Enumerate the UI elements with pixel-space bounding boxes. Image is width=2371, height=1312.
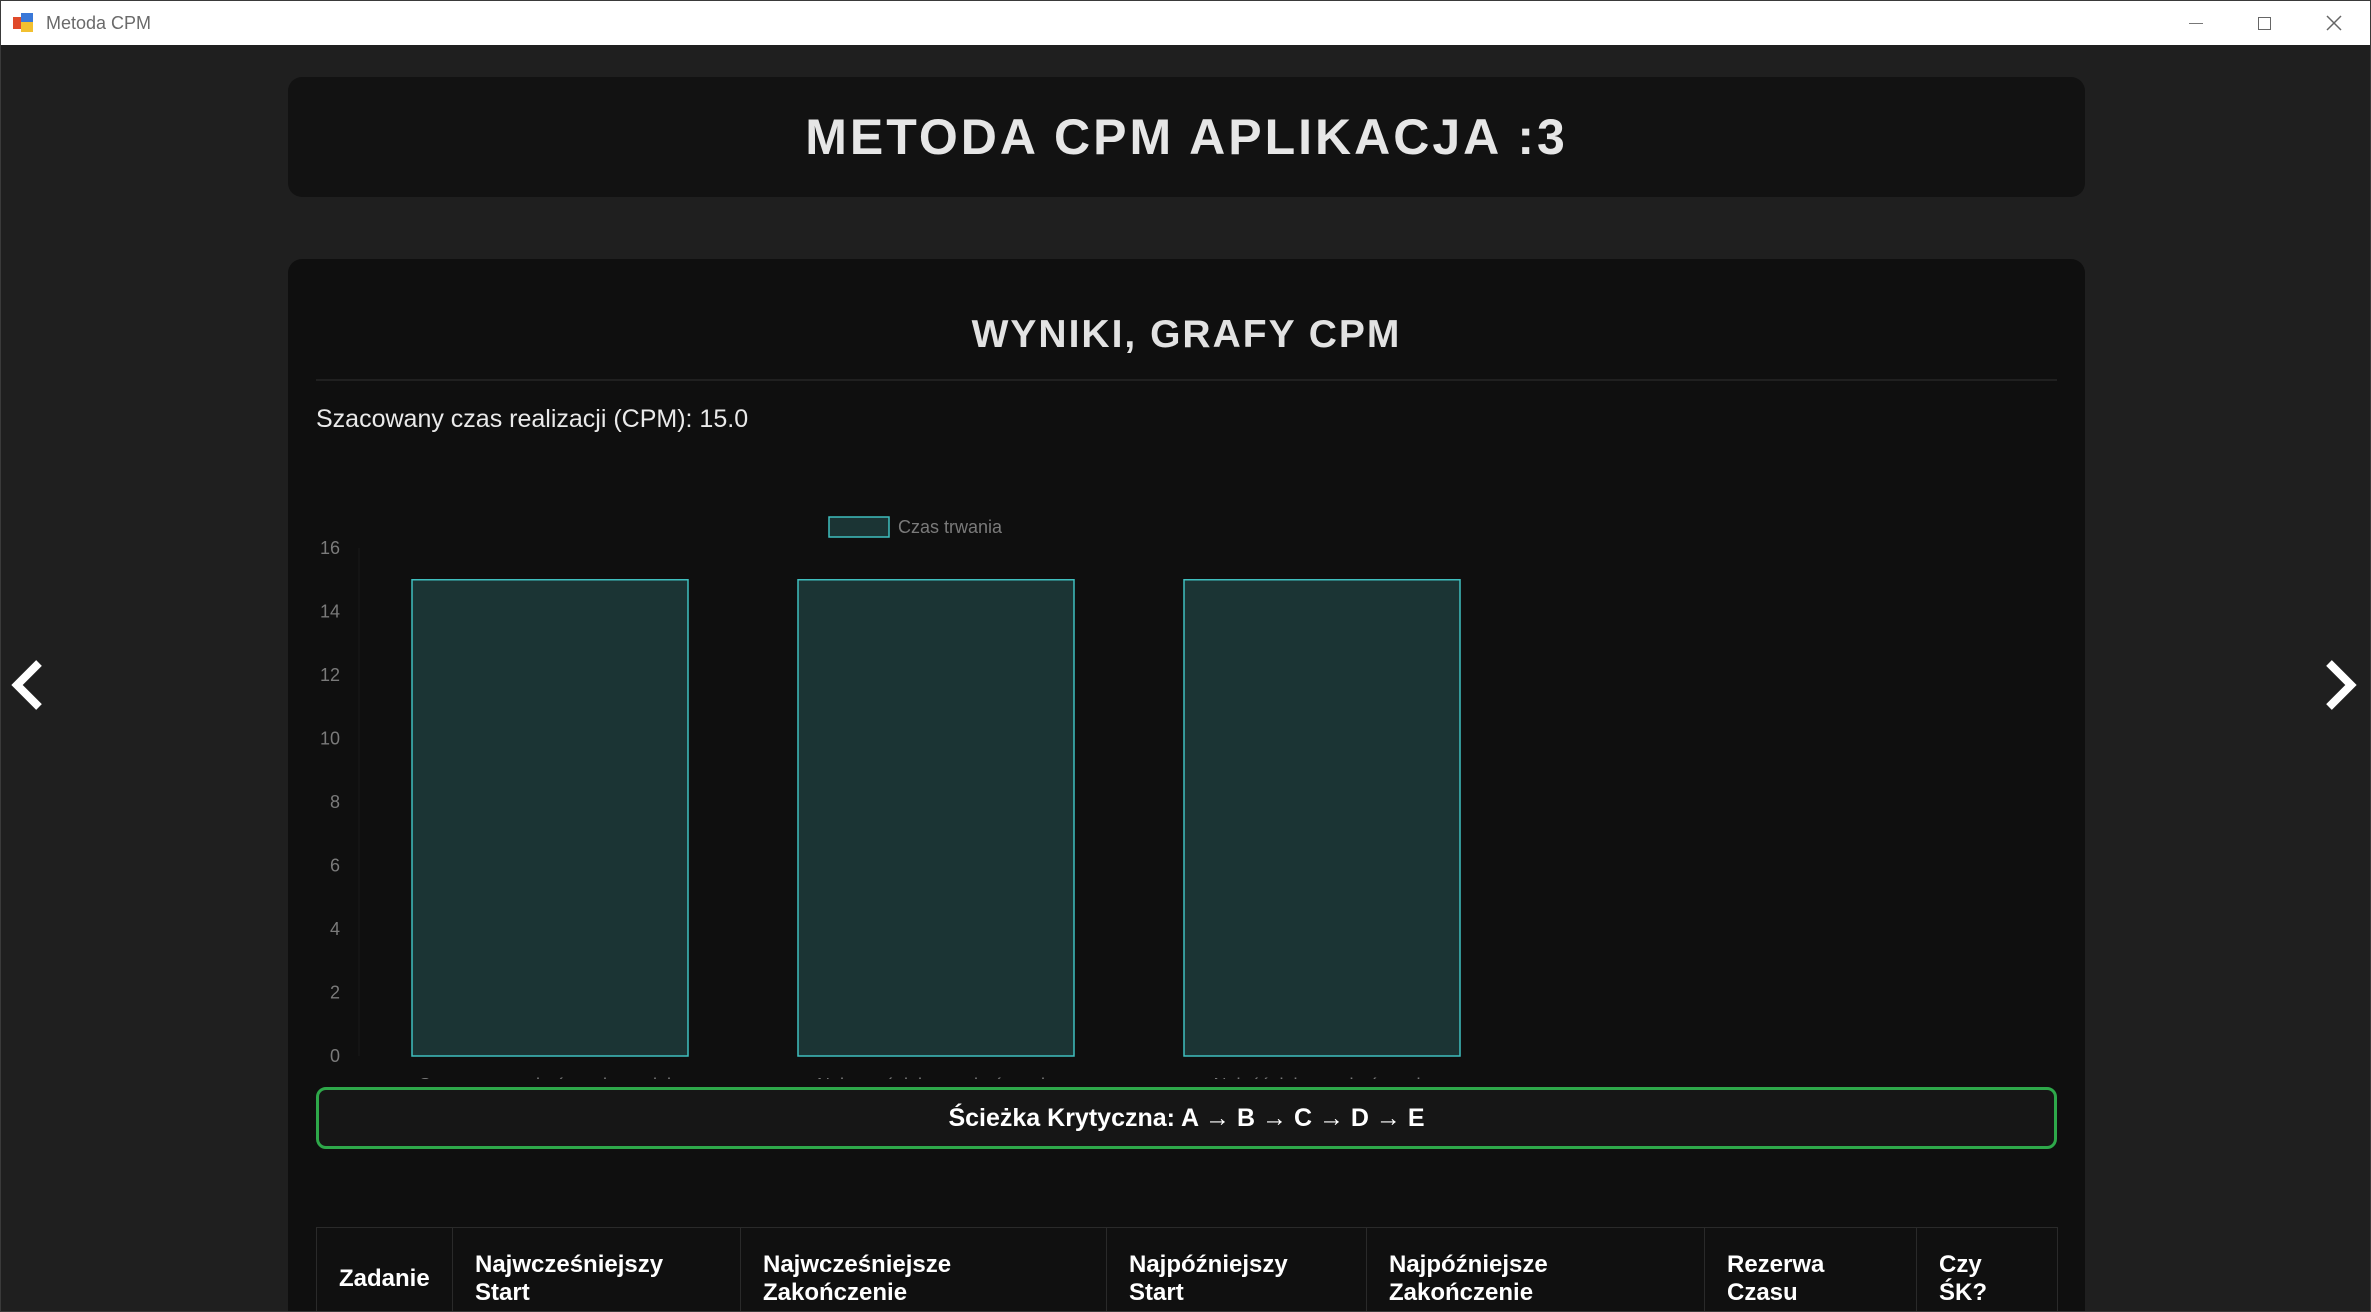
y-tick-label: 10 bbox=[320, 729, 340, 749]
y-tick-label: 12 bbox=[320, 665, 340, 685]
chevron-left-icon bbox=[11, 660, 42, 710]
column-header-earliest-finish[interactable]: Najwcześniejsze Zakończenie bbox=[740, 1227, 1107, 1311]
close-button[interactable] bbox=[2299, 1, 2369, 45]
results-table-container: Zadanie Najwcześniejszy Start Najwcześni… bbox=[316, 1227, 2058, 1311]
x-tick-label: Najwcześniejsze zakończenie bbox=[817, 1075, 1055, 1079]
section-divider bbox=[316, 379, 2057, 381]
results-card: WYNIKI, GRAFY CPM Szacowany czas realiza… bbox=[288, 259, 2085, 1311]
maximize-icon bbox=[2257, 16, 2271, 30]
app-icon bbox=[13, 13, 35, 33]
y-tick-label: 14 bbox=[320, 602, 340, 622]
app-window: Metoda CPM METODA CPM APLIKACJA :3 WYNIK… bbox=[0, 0, 2371, 1312]
app-content: METODA CPM APLIKACJA :3 WYNIKI, GRAFY CP… bbox=[1, 45, 2370, 1311]
column-header-latest-finish[interactable]: Najpóźniejsze Zakończenie bbox=[1366, 1227, 1705, 1311]
previous-page-button[interactable] bbox=[7, 655, 47, 715]
window-title: Metoda CPM bbox=[46, 13, 152, 33]
bar-2 bbox=[1183, 579, 1461, 1057]
estimate-text: Szacowany czas realizacji (CPM): 15.0 bbox=[316, 405, 749, 433]
page-title: METODA CPM APLIKACJA :3 bbox=[805, 109, 1568, 165]
results-table: Zadanie Najwcześniejszy Start Najwcześni… bbox=[316, 1227, 2058, 1311]
section-title: WYNIKI, GRAFY CPM bbox=[971, 313, 1402, 356]
y-tick-label: 8 bbox=[330, 792, 340, 812]
y-tick-label: 16 bbox=[320, 538, 340, 558]
duration-bar-chart: 0 2 4 6 8 10 12 14 16 Szacowane zakończenie model… bbox=[320, 516, 1461, 1079]
x-tick-label: Najpóźniejsze zakończenie bbox=[1213, 1075, 1430, 1079]
x-tick-label: Szacowane zakończenie modelu bbox=[419, 1075, 681, 1079]
column-header-task[interactable]: Zadanie bbox=[316, 1227, 453, 1311]
header-card: METODA CPM APLIKACJA :3 bbox=[288, 77, 2085, 197]
bar-1 bbox=[797, 579, 1075, 1057]
table-header-row: Zadanie Najwcześniejszy Start Najwcześni… bbox=[316, 1227, 2058, 1311]
column-header-earliest-start[interactable]: Najwcześniejszy Start bbox=[452, 1227, 741, 1311]
next-page-button[interactable] bbox=[2321, 655, 2361, 715]
maximize-button[interactable] bbox=[2229, 1, 2299, 45]
y-tick-label: 6 bbox=[330, 856, 340, 876]
title-bar: Metoda CPM bbox=[1, 1, 2370, 45]
y-tick-label: 0 bbox=[330, 1046, 340, 1066]
minimize-icon bbox=[2189, 22, 2203, 24]
y-tick-label: 2 bbox=[330, 983, 340, 1003]
close-icon bbox=[2326, 15, 2342, 31]
column-header-slack[interactable]: Rezerwa Czasu bbox=[1704, 1227, 1917, 1311]
minimize-button[interactable] bbox=[2161, 1, 2231, 45]
legend-label: Czas trwania bbox=[898, 517, 1003, 537]
y-tick-label: 4 bbox=[330, 919, 340, 939]
bar-0 bbox=[411, 579, 689, 1057]
critical-path-box: Ścieżka Krytyczna: A → B → C → D → E bbox=[316, 1087, 2057, 1149]
column-header-is-critical[interactable]: Czy ŚK? bbox=[1916, 1227, 2058, 1311]
legend-swatch bbox=[828, 516, 890, 538]
column-header-latest-start[interactable]: Najpóźniejszy Start bbox=[1106, 1227, 1367, 1311]
chevron-right-icon bbox=[2326, 660, 2357, 710]
